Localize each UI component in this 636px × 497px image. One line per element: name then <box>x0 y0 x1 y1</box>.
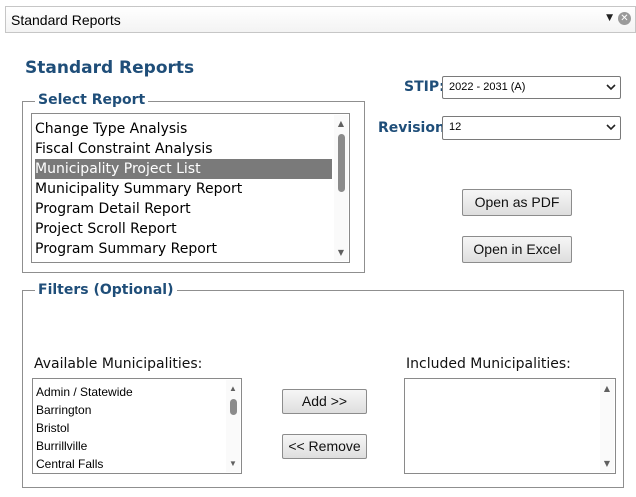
scroll-up-icon[interactable]: ▲ <box>226 384 240 394</box>
close-icon[interactable]: ✕ <box>618 12 631 25</box>
collapse-arrow-icon[interactable]: ▼ <box>606 13 613 23</box>
chevron-down-icon <box>606 124 616 131</box>
stip-select[interactable]: 2022 - 2031 (A) <box>442 76 621 99</box>
report-item[interactable]: Change Type Analysis <box>35 119 332 139</box>
stip-label: STIP: <box>404 79 445 95</box>
scroll-thumb[interactable] <box>338 134 345 192</box>
report-item[interactable]: Program Detail Report <box>35 199 332 219</box>
report-listbox[interactable]: Change Type Analysis Fiscal Constraint A… <box>31 113 350 263</box>
municipality-item[interactable]: Bristol <box>36 419 69 437</box>
revision-value: 12 <box>449 121 462 133</box>
page-title: Standard Reports <box>25 58 195 78</box>
available-municipalities-label: Available Municipalities: <box>34 356 203 372</box>
scroll-down-icon[interactable]: ▼ <box>334 248 348 258</box>
available-municipalities-listbox[interactable]: Admin / Statewide Barrington Bristol Bur… <box>32 378 242 474</box>
included-municipalities-label: Included Municipalities: <box>406 356 571 372</box>
window-title: Standard Reports <box>11 12 121 28</box>
remove-button[interactable]: << Remove <box>282 434 367 459</box>
report-item[interactable]: Project Scroll Report <box>35 219 332 239</box>
report-item[interactable]: Municipality Summary Report <box>35 179 332 199</box>
included-municipalities-listbox[interactable]: ▲ ▼ <box>404 378 616 474</box>
municipality-item[interactable]: Barrington <box>36 401 91 419</box>
scroll-thumb[interactable] <box>230 399 237 415</box>
filters-legend: Filters (Optional) <box>35 282 177 298</box>
scroll-up-icon[interactable]: ▲ <box>600 384 614 394</box>
scroll-down-icon[interactable]: ▼ <box>600 459 614 469</box>
municipality-item[interactable]: Central Falls <box>36 455 103 473</box>
revision-label: Revision: <box>378 120 451 136</box>
report-item[interactable]: Program Summary Report <box>35 239 332 259</box>
included-scrollbar[interactable]: ▲ ▼ <box>600 380 614 472</box>
revision-select[interactable]: 12 <box>442 116 621 140</box>
select-report-legend: Select Report <box>35 92 149 108</box>
scroll-up-icon[interactable]: ▲ <box>334 119 348 129</box>
scroll-down-icon[interactable]: ▼ <box>226 459 240 469</box>
report-item[interactable]: Fiscal Constraint Analysis <box>35 139 332 159</box>
report-item-selected[interactable]: Municipality Project List <box>35 159 332 179</box>
open-pdf-button[interactable]: Open as PDF <box>462 189 572 216</box>
report-scrollbar[interactable]: ▲ ▼ <box>334 115 348 261</box>
add-button[interactable]: Add >> <box>282 389 367 414</box>
available-scrollbar[interactable]: ▲ ▼ <box>226 380 240 472</box>
municipality-item[interactable]: Burrillville <box>36 437 87 455</box>
stip-value: 2022 - 2031 (A) <box>449 81 526 93</box>
open-excel-button[interactable]: Open in Excel <box>462 236 572 263</box>
chevron-down-icon <box>606 84 616 91</box>
window-titlebar: Standard Reports ▼ ✕ <box>5 6 636 33</box>
municipality-item[interactable]: Admin / Statewide <box>36 383 133 401</box>
